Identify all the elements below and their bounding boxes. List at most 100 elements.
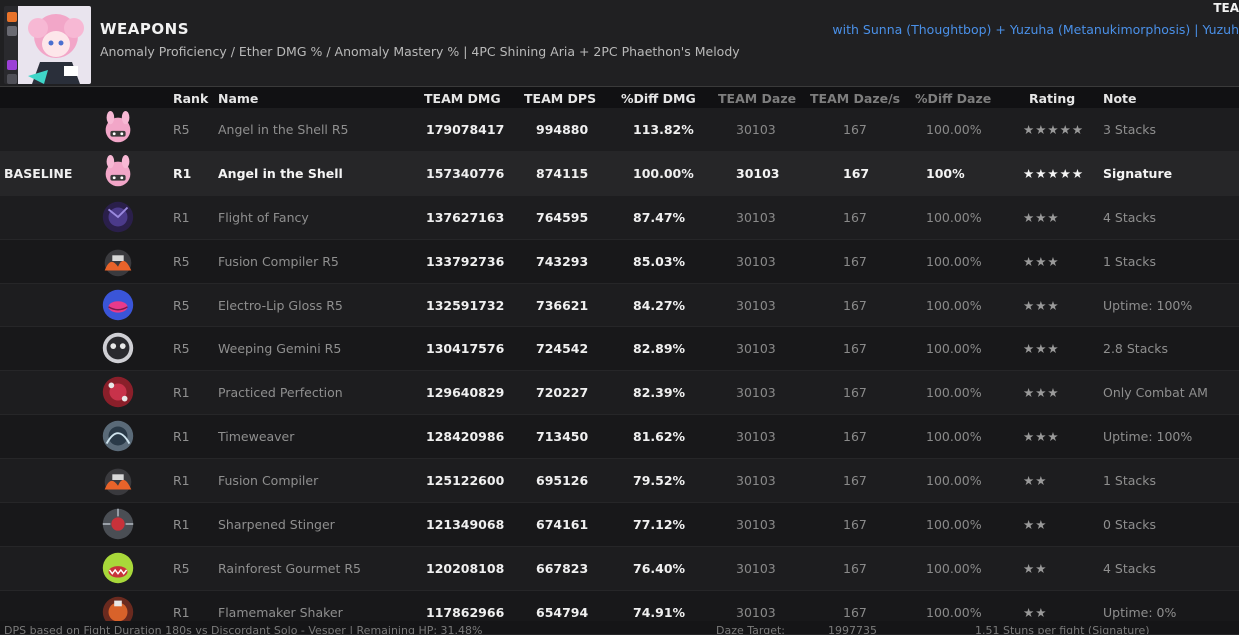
faction-icon xyxy=(7,26,17,36)
row-diff-dmg: 81.62% xyxy=(633,429,686,445)
table-row[interactable]: R5 Electro-Lip Gloss R5 132591732 736621 84.… xyxy=(0,283,1239,328)
row-rating: ★★★ xyxy=(1023,297,1060,313)
table-row[interactable]: R1 Practiced Perfection 129640829 720227 82.… xyxy=(0,371,1239,416)
table-row[interactable]: R5 Fusion Compiler R5 133792736 743293 85.03… xyxy=(0,239,1239,284)
row-team-daze-s: 167 xyxy=(843,165,870,181)
row-team-dmg: 179078417 xyxy=(426,122,505,137)
col-diff-daze: %Diff Daze xyxy=(915,91,992,106)
row-team-dps: 695126 xyxy=(536,473,589,489)
row-rank: R1 xyxy=(173,385,190,401)
build-subtitle: Anomaly Proficiency / Ether DMG % / Anom… xyxy=(100,44,740,59)
table-row[interactable]: R1 Fusion Compiler 125122600 695126 79.52% 30… xyxy=(0,459,1239,504)
row-diff-daze: 100.00% xyxy=(926,429,982,445)
stinger-icon xyxy=(98,505,138,543)
fire-machine-icon xyxy=(98,461,138,499)
row-team-dps: 874115 xyxy=(536,165,589,181)
daze-target-label: Daze Target: xyxy=(716,624,785,634)
row-diff-dmg: 82.39% xyxy=(633,385,686,401)
attribute-icon xyxy=(7,60,17,70)
role-icon xyxy=(7,74,17,84)
row-team-dps: 736621 xyxy=(536,297,589,313)
green-monster-icon xyxy=(98,549,138,587)
row-team-dmg: 157340776 xyxy=(426,165,505,181)
row-note: Uptime: 100% xyxy=(1103,429,1193,445)
row-team-daze: 30103 xyxy=(736,209,776,225)
row-team-dps: 667823 xyxy=(536,560,589,576)
row-name: Timeweaver xyxy=(218,429,295,445)
row-team-daze-s: 167 xyxy=(843,297,867,313)
row-rank: R5 xyxy=(173,122,190,137)
row-team-daze: 30103 xyxy=(736,560,776,576)
row-rank: R5 xyxy=(173,560,190,576)
table-row[interactable]: R1 Sharpened Stinger 121349068 674161 77.12%… xyxy=(0,503,1239,547)
row-team-dmg: 129640829 xyxy=(426,385,505,401)
row-team-dps: 713450 xyxy=(536,429,589,445)
row-name: Sharpened Stinger xyxy=(218,517,335,533)
row-team-daze: 30103 xyxy=(736,122,776,137)
page-title: WEAPONS xyxy=(100,20,190,38)
row-team-daze-s: 167 xyxy=(843,560,867,576)
row-name: Practiced Perfection xyxy=(218,385,343,401)
row-team-daze: 30103 xyxy=(736,473,776,489)
row-team-daze: 30103 xyxy=(736,429,776,445)
row-team-daze-s: 167 xyxy=(843,122,867,137)
bunny-icon xyxy=(98,110,138,148)
row-diff-dmg: 84.27% xyxy=(633,297,686,313)
row-note: 1 Stacks xyxy=(1103,253,1157,269)
col-team-dmg: TEAM DMG xyxy=(424,91,501,106)
row-rank: R1 xyxy=(173,429,190,445)
element-badge-icon xyxy=(7,12,17,22)
row-diff-dmg: 113.82% xyxy=(633,122,694,137)
row-team-daze-s: 167 xyxy=(843,209,867,225)
row-team-daze: 30103 xyxy=(736,297,776,313)
row-rating: ★★★ xyxy=(1023,209,1060,225)
row-name: Angel in the Shell xyxy=(218,165,343,181)
red-orb-icon xyxy=(98,373,138,411)
table-row[interactable]: R1 Flight of Fancy 137627163 764595 87.47% 30… xyxy=(0,195,1239,240)
row-diff-daze: 100% xyxy=(926,165,965,181)
row-rating: ★★★ xyxy=(1023,341,1060,357)
row-diff-dmg: 79.52% xyxy=(633,473,686,489)
col-rank: Rank xyxy=(173,91,209,106)
table-row[interactable]: R5 Rainforest Gourmet R5 120208108 667823 76… xyxy=(0,546,1239,591)
page-header: WEAPONS Anomaly Proficiency / Ether DMG … xyxy=(0,0,1239,86)
weapons-table: R5 Angel in the Shell R5 179078417 994880 11… xyxy=(0,108,1239,635)
character-portrait xyxy=(4,6,91,84)
table-row[interactable]: R5 Weeping Gemini R5 130417576 724542 82.89%… xyxy=(0,327,1239,372)
row-diff-daze: 100.00% xyxy=(926,517,982,533)
row-team-dps: 743293 xyxy=(536,253,589,269)
row-team-daze: 30103 xyxy=(736,604,776,620)
col-team-daze: TEAM Daze xyxy=(718,91,797,106)
row-team-daze: 30103 xyxy=(736,165,780,181)
col-team-dps: TEAM DPS xyxy=(524,91,597,106)
table-row[interactable]: R5 Angel in the Shell R5 179078417 994880 11… xyxy=(0,108,1239,152)
row-name: Fusion Compiler R5 xyxy=(218,253,339,269)
row-team-dps: 724542 xyxy=(536,341,589,357)
row-diff-dmg: 87.47% xyxy=(633,209,686,225)
fire-machine-icon xyxy=(98,242,138,280)
row-note: Uptime: 100% xyxy=(1103,297,1193,313)
table-row[interactable]: BASELINE R1 Angel in the Shell 157340776 874… xyxy=(0,151,1239,196)
row-name: Flamemaker Shaker xyxy=(218,604,343,620)
row-diff-dmg: 100.00% xyxy=(633,165,694,181)
col-rating: Rating xyxy=(1029,91,1076,106)
row-diff-daze: 100.00% xyxy=(926,297,982,313)
row-rank: R5 xyxy=(173,297,190,313)
row-rank: R5 xyxy=(173,341,190,357)
row-diff-daze: 100.00% xyxy=(926,604,982,620)
row-team-daze: 30103 xyxy=(736,341,776,357)
row-name: Rainforest Gourmet R5 xyxy=(218,560,362,576)
footer-info: DPS based on Fight Duration 180s vs Disc… xyxy=(4,624,483,634)
row-rating: ★★ xyxy=(1023,473,1048,489)
row-diff-dmg: 74.91% xyxy=(633,604,686,620)
character-art xyxy=(18,6,91,84)
row-rating: ★★★ xyxy=(1023,385,1060,401)
row-team-dps: 994880 xyxy=(536,122,589,137)
row-team-dmg: 125122600 xyxy=(426,473,505,489)
row-rating: ★★★ xyxy=(1023,253,1060,269)
gemini-orb-icon xyxy=(98,329,138,367)
col-name: Name xyxy=(218,91,259,106)
row-note: Only Combat AM xyxy=(1103,385,1208,401)
row-team-dps: 674161 xyxy=(536,517,589,533)
table-row[interactable]: R1 Timeweaver 128420986 713450 81.62% 30103 16… xyxy=(0,415,1239,460)
